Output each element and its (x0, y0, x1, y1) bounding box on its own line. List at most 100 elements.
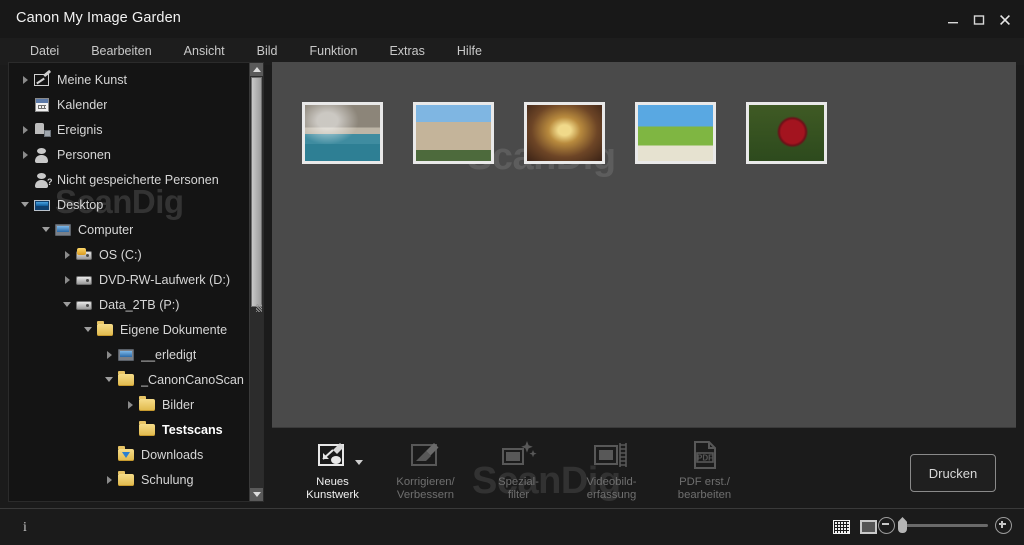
minimize-button[interactable] (940, 9, 966, 31)
zoom-in-icon[interactable] (995, 517, 1012, 534)
scroll-up-arrow-icon[interactable] (250, 63, 263, 76)
zoom-slider-handle[interactable] (898, 517, 907, 533)
artwork-icon (33, 71, 51, 89)
tree-item-computer[interactable]: Computer (9, 217, 261, 242)
close-button[interactable] (992, 9, 1018, 31)
chevron-right-icon[interactable] (101, 342, 117, 367)
menu-item-bearbeiten[interactable]: Bearbeiten (75, 38, 167, 65)
window-controls (940, 9, 1018, 31)
tree-item-testscans[interactable]: Testscans (9, 417, 261, 442)
tree-item-eigene-dokumente[interactable]: Eigene Dokumente (9, 317, 261, 342)
person-unknown-icon (33, 171, 53, 189)
menu-item-hilfe[interactable]: Hilfe (441, 38, 498, 65)
harbour-bay-photo[interactable] (302, 102, 383, 164)
tree-item-label: Testscans (162, 422, 223, 437)
info-icon[interactable]: i (16, 518, 34, 537)
menu-item-bild[interactable]: Bild (241, 38, 294, 65)
chevron-down-icon[interactable] (17, 192, 33, 217)
tree-item-label: _CanonCanoScan (141, 372, 244, 387)
dune-landscape-photo[interactable] (635, 102, 716, 164)
tree-item-dvd-rw-laufwerk-d[interactable]: DVD-RW-Laufwerk (D:) (9, 267, 261, 292)
tree-item-schulung[interactable]: Schulung (9, 467, 261, 492)
folder-icon (117, 470, 135, 489)
function-button-pdf-create-edit[interactable]: PDF PDF erst./bearbeiten (658, 433, 751, 502)
zoom-slider[interactable] (898, 517, 988, 533)
function-button-label-line1: Neues (316, 476, 349, 488)
menu-item-datei[interactable]: Datei (14, 38, 75, 65)
thumbnail-grid-view-icon[interactable] (831, 518, 851, 535)
folder-icon (138, 395, 156, 414)
calendar-icon (33, 96, 51, 114)
chevron-right-icon[interactable] (17, 67, 33, 92)
downloads-folder-icon (117, 445, 135, 464)
chevron-down-icon[interactable] (59, 292, 75, 317)
maximize-button[interactable] (966, 9, 992, 31)
tree-item-bilder[interactable]: Bilder (9, 392, 261, 417)
panel-resize-grip[interactable] (256, 304, 262, 312)
person-icon (33, 146, 51, 164)
tree-vertical-scroll-thumb[interactable] (251, 77, 262, 307)
palace-interior-photo[interactable] (524, 102, 605, 164)
menu-bar: Datei Bearbeiten Ansicht Bild Funktion E… (0, 38, 1024, 65)
chevron-right-icon[interactable] (59, 267, 75, 292)
tree-item-label: Bilder (162, 397, 195, 412)
tree-item-kalender[interactable]: Kalender (9, 92, 261, 117)
thumbnail-image (749, 105, 824, 161)
chevron-right-icon[interactable] (101, 467, 117, 492)
function-button-correct-enhance[interactable]: Korrigieren/Verbessern (379, 433, 472, 502)
chevron-down-icon[interactable] (101, 367, 117, 392)
chevron-right-icon[interactable] (59, 242, 75, 267)
chevron-right-icon[interactable] (17, 142, 33, 167)
function-button-label-line2: erfassung (586, 489, 637, 501)
dvd-drive-icon (75, 271, 93, 289)
new-artwork-icon (311, 437, 355, 473)
title-bar: Canon My Image Garden (0, 0, 1024, 39)
scroll-down-arrow-icon[interactable] (250, 488, 263, 501)
function-button-label-line1: Spezial- (498, 476, 539, 488)
museum-building-photo[interactable] (413, 102, 494, 164)
drive-os-icon (75, 246, 93, 264)
print-button[interactable]: Drucken (910, 454, 996, 492)
chevron-right-icon[interactable] (122, 392, 138, 417)
function-buttons: Neues Kunstwerk Korrigieren/Verbessern Spez… (286, 433, 751, 502)
red-dahlia-photo[interactable] (746, 102, 827, 164)
single-image-view-icon[interactable] (858, 518, 878, 535)
function-button-special-filter[interactable]: Spezial-filter (472, 433, 565, 502)
tree-item-label: Nicht gespeicherte Personen (57, 172, 219, 187)
tree-item-personen[interactable]: Personen (9, 142, 261, 167)
tree-item-nicht-gespeicherte-personen[interactable]: Nicht gespeicherte Personen (9, 167, 261, 192)
svg-text:PDF: PDF (697, 454, 713, 463)
tree-item-label: Eigene Dokumente (120, 322, 228, 337)
tree-item-data-2tb-p[interactable]: Data_2TB (P:) (9, 292, 261, 317)
thumbnail-image (305, 105, 380, 161)
tree-vertical-scrollbar[interactable] (249, 63, 263, 501)
tree-item-desktop[interactable]: Desktop (9, 192, 261, 217)
chevron-down-icon[interactable] (38, 217, 54, 242)
tree-item-label: Data_2TB (P:) (99, 297, 180, 312)
tree-item-canoncanoscan[interactable]: _CanonCanoScan (9, 367, 261, 392)
menu-item-extras[interactable]: Extras (373, 38, 440, 65)
tree-item-meine-kunst[interactable]: Meine Kunst (9, 67, 261, 92)
chevron-down-icon[interactable] (80, 317, 96, 342)
function-button-video-frame-capture[interactable]: Videobild-erfassung (565, 433, 658, 502)
folder-icon (138, 420, 156, 439)
tree-item-label: Computer (78, 222, 134, 237)
tree-item-os-c[interactable]: OS (C:) (9, 242, 261, 267)
tree-item-downloads[interactable]: Downloads (9, 442, 261, 467)
tree-item-label: Kalender (57, 97, 108, 112)
function-button-label-line2: filter (507, 489, 530, 501)
tree-item-ereignis[interactable]: Ereignis (9, 117, 261, 142)
folder-icon (117, 370, 135, 389)
tree-item-erledigt[interactable]: __erledigt (9, 342, 261, 367)
chevron-right-icon[interactable] (17, 117, 33, 142)
function-button-label-line1: Korrigieren/ (396, 476, 455, 488)
image-view-area: ScanDig (272, 62, 1016, 427)
function-button-new-artwork[interactable]: Neues Kunstwerk (286, 433, 379, 502)
tree-item-label: __erledigt (141, 347, 197, 362)
menu-item-funktion[interactable]: Funktion (294, 38, 374, 65)
menu-item-ansicht[interactable]: Ansicht (168, 38, 241, 65)
chevron-down-icon[interactable] (355, 460, 363, 465)
zoom-out-icon[interactable] (878, 517, 895, 534)
